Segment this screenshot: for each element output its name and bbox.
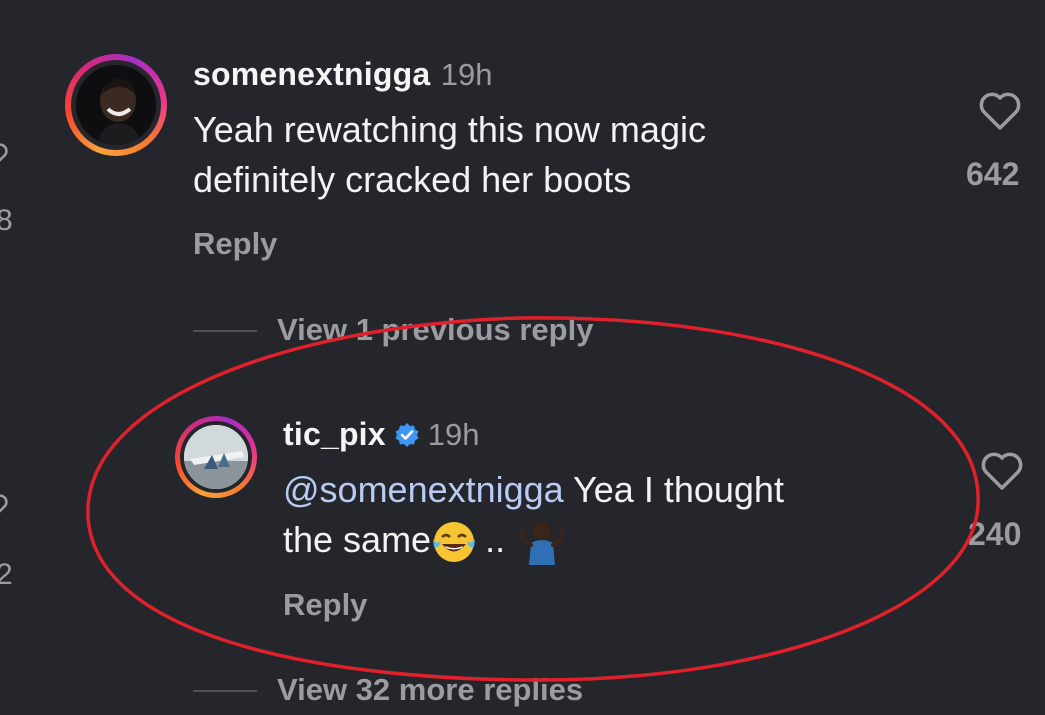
comment-text-fragment: the same bbox=[283, 519, 432, 560]
comment-header: somenextnigga 19h bbox=[193, 56, 493, 93]
verified-badge-icon bbox=[395, 422, 419, 447]
like-count-clipped: 2 bbox=[0, 558, 13, 591]
comment-text-line: the same .. bbox=[283, 515, 784, 566]
comment-header: tic_pix 19h bbox=[283, 416, 480, 453]
comment-text-line: @somenextnigga Yea I thought bbox=[283, 465, 784, 515]
like-count: 240 bbox=[968, 516, 1022, 552]
reply-button[interactable]: Reply bbox=[193, 226, 277, 262]
heart-icon[interactable] bbox=[980, 450, 1024, 492]
comment-text-line: definitely cracked her boots bbox=[193, 159, 632, 200]
comment-text-fragment: .. bbox=[485, 519, 506, 560]
heart-icon[interactable] bbox=[0, 493, 8, 519]
heart-icon[interactable] bbox=[0, 142, 8, 168]
username[interactable]: somenextnigga bbox=[193, 56, 430, 92]
person-shrugging-icon bbox=[520, 522, 565, 566]
view-previous-replies-button[interactable]: View 1 previous reply bbox=[277, 312, 593, 348]
comment-text-fragment: Yea I thought bbox=[573, 469, 784, 510]
timestamp: 19h bbox=[427, 416, 480, 452]
profile-photo-icon bbox=[76, 65, 156, 145]
view-more-replies-button[interactable]: View 32 more replies bbox=[277, 672, 583, 708]
face-with-tears-of-joy-icon bbox=[433, 522, 476, 563]
like-count-clipped: 8 bbox=[0, 204, 13, 237]
mention-link[interactable]: @somenextnigga bbox=[283, 469, 564, 510]
avatar-image bbox=[184, 425, 248, 489]
comment-text: Yeah rewatching this now magic definitel… bbox=[193, 105, 706, 205]
comment-text-line: Yeah rewatching this now magic bbox=[193, 109, 706, 150]
timestamp: 19h bbox=[440, 57, 493, 92]
avatar-image bbox=[76, 65, 156, 145]
thread-divider bbox=[193, 330, 257, 332]
reply-button[interactable]: Reply bbox=[283, 587, 367, 623]
like-count: 642 bbox=[966, 156, 1020, 192]
comment-text: @somenextnigga Yea I thought the same .. bbox=[283, 465, 784, 566]
heart-icon[interactable] bbox=[978, 90, 1022, 132]
profile-photo-icon bbox=[184, 425, 248, 489]
username[interactable]: tic_pix bbox=[283, 416, 386, 453]
thread-divider bbox=[193, 690, 257, 692]
